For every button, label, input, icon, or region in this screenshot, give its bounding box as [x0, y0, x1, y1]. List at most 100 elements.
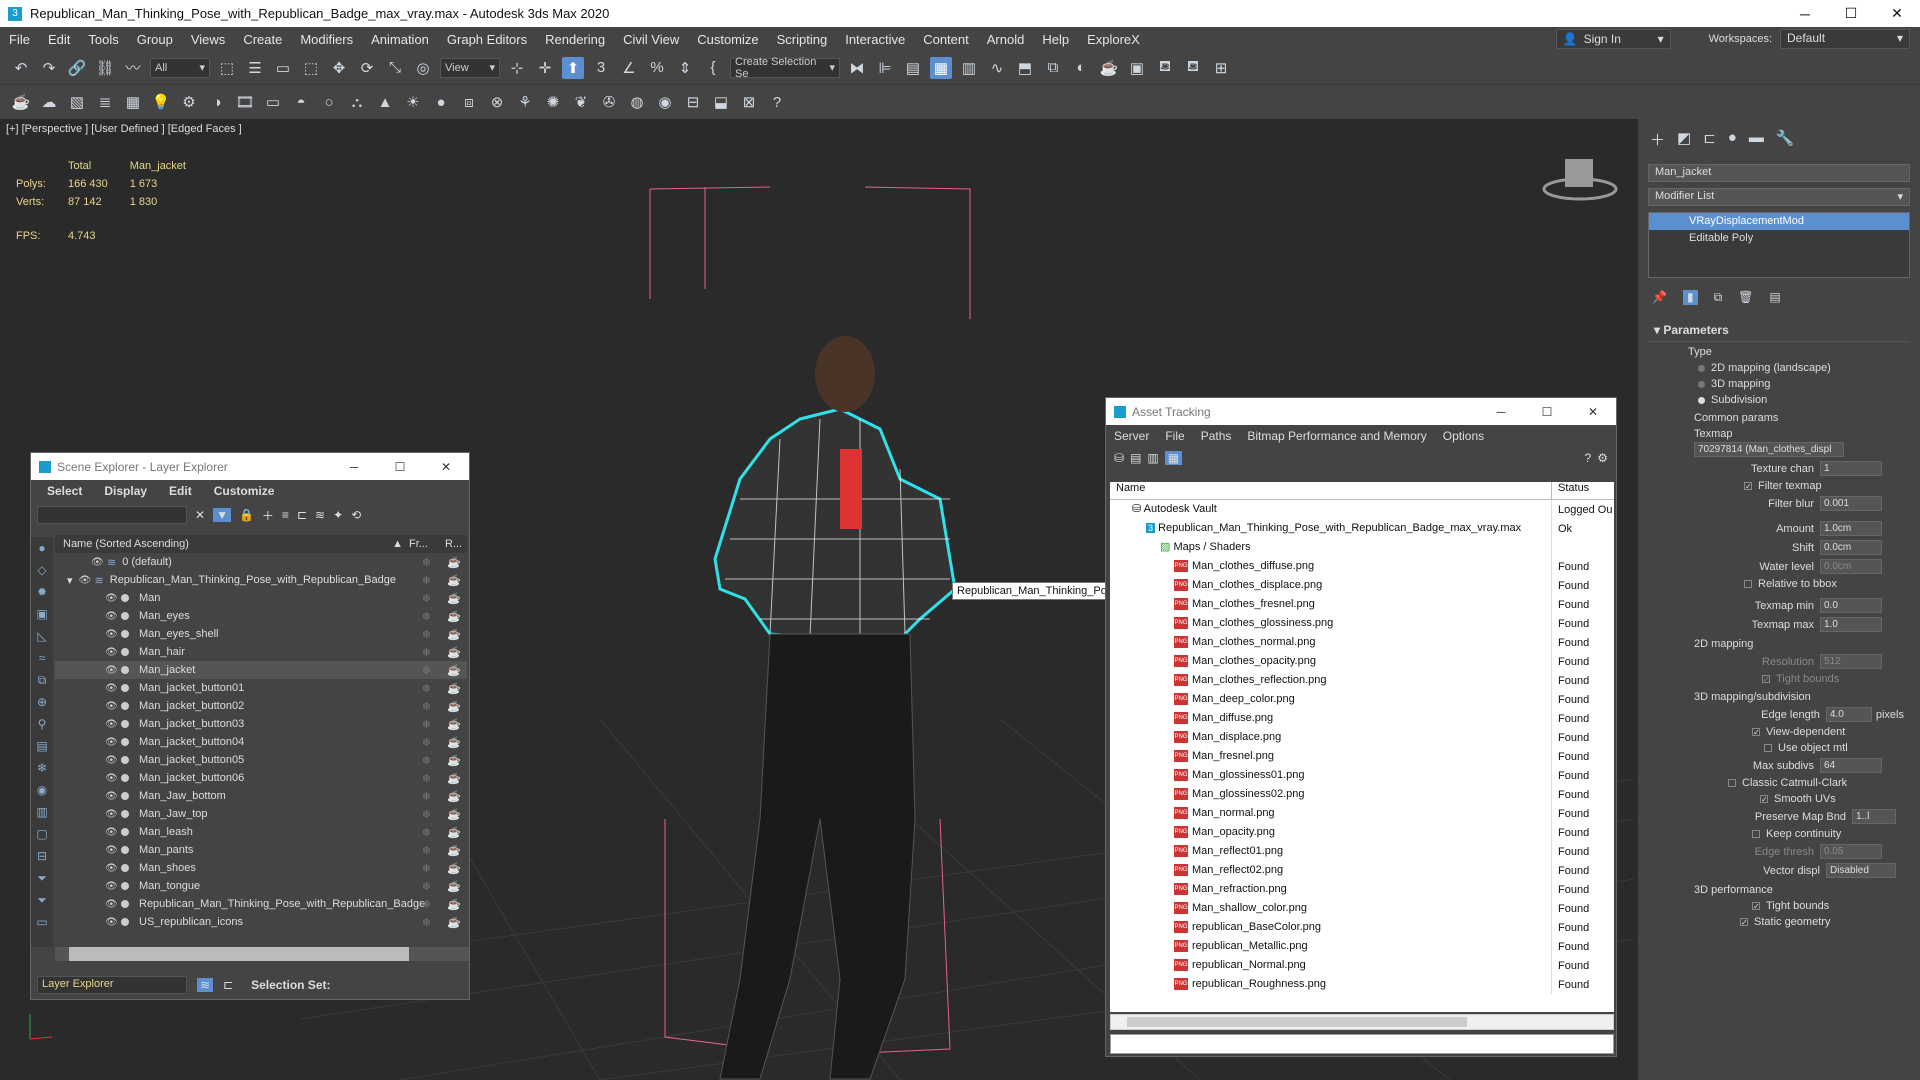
- scene-tree-row[interactable]: 👁 Republican_Man_Thinking_Pose_with_Repub…: [55, 895, 467, 913]
- resolution-spinner[interactable]: 512: [1820, 654, 1882, 669]
- visibility-icon[interactable]: 👁: [105, 665, 118, 676]
- scene-tree-row[interactable]: 👁 Man_pants ❄ ☕: [55, 841, 467, 859]
- visibility-icon[interactable]: 👁: [105, 755, 118, 766]
- frozen-filter-icon[interactable]: ❄: [31, 757, 53, 779]
- freeze-icon[interactable]: ❄: [422, 592, 431, 605]
- scene-tree-row[interactable]: 👁 Man_shoes ❄ ☕: [55, 859, 467, 877]
- frame-buffer-icon[interactable]: ⬓: [710, 91, 732, 113]
- explorer-type-dropdown[interactable]: Layer Explorer: [37, 976, 187, 994]
- col-frozen-header[interactable]: Fr...: [409, 538, 445, 550]
- se-menu-customize[interactable]: Customize: [214, 484, 275, 498]
- asset-row-map[interactable]: PNG Man_clothes_opacity.png Found: [1110, 652, 1614, 671]
- rect-selection-icon[interactable]: ▭: [272, 57, 294, 79]
- col-render-header[interactable]: R...: [445, 538, 467, 550]
- parameters-header[interactable]: ▾ Parameters: [1648, 321, 1910, 342]
- render-icon[interactable]: ☕: [447, 682, 461, 695]
- dope-sheet-icon[interactable]: ⬒: [1014, 57, 1036, 79]
- ref-coord-dropdown[interactable]: View ▾: [440, 57, 500, 78]
- mirror-icon[interactable]: ⧓: [846, 57, 868, 79]
- asset-row-map[interactable]: PNG Man_clothes_normal.png Found: [1110, 633, 1614, 652]
- asset-row-map[interactable]: PNG Man_refraction.png Found: [1110, 880, 1614, 899]
- spacewarps-filter-icon[interactable]: ≈: [31, 647, 53, 669]
- scene-tree-row[interactable]: 👁 Man_jacket_button03 ❄ ☕: [55, 715, 467, 733]
- viewport-label[interactable]: [+] [Perspective ] [User Defined ] [Edge…: [6, 123, 242, 135]
- tight-bounds-2d-checkbox[interactable]: ✓ Tight bounds: [1648, 671, 1910, 687]
- shapes-filter-icon[interactable]: ◇: [31, 559, 53, 581]
- layers-icon[interactable]: ≋: [315, 508, 325, 522]
- render-production-icon[interactable]: ⛾: [1154, 57, 1176, 79]
- render-icon[interactable]: ☕: [447, 862, 461, 875]
- render-icon[interactable]: ☕: [447, 574, 461, 587]
- freeze-icon[interactable]: ❄: [422, 556, 431, 569]
- curve-editor-icon[interactable]: ∿: [986, 57, 1008, 79]
- asset-row-map[interactable]: PNG Man_shallow_color.png Found: [1110, 899, 1614, 918]
- classic-catmull-checkbox[interactable]: Classic Catmull-Clark: [1648, 775, 1910, 791]
- asset-row-maps[interactable]: ▨ Maps / Shaders: [1110, 538, 1614, 557]
- show-end-result-icon[interactable]: ▮: [1682, 290, 1698, 305]
- menu-customize[interactable]: Customize: [688, 32, 767, 47]
- render-icon[interactable]: ☕: [447, 610, 461, 623]
- none-filter-icon[interactable]: ▢: [31, 823, 53, 845]
- select-by-name-icon[interactable]: ☰: [244, 57, 266, 79]
- jacket-mesh[interactable]: [713, 407, 957, 641]
- expand-icon[interactable]: ▾: [67, 574, 73, 587]
- menu-tools[interactable]: Tools: [79, 32, 127, 47]
- keep-continuity-checkbox[interactable]: Keep continuity: [1648, 826, 1910, 842]
- col-name-header[interactable]: Name (Sorted Ascending): [63, 538, 392, 550]
- render-icon[interactable]: ☕: [447, 826, 461, 839]
- help-icon[interactable]: ?: [766, 91, 788, 113]
- se-menu-select[interactable]: Select: [47, 484, 82, 498]
- align-icon[interactable]: ⊫: [874, 57, 896, 79]
- visibility-icon[interactable]: 👁: [105, 863, 118, 874]
- dome-icon[interactable]: ◓: [290, 91, 312, 113]
- sphere-render-icon[interactable]: ◑: [206, 91, 228, 113]
- list-icon[interactable]: ≣: [94, 91, 116, 113]
- visibility-icon[interactable]: 👁: [105, 899, 118, 910]
- pivot-icon[interactable]: ⊹: [506, 57, 528, 79]
- view-dependent-checkbox[interactable]: ✓ View-dependent: [1648, 724, 1910, 740]
- render-icon[interactable]: ☕: [447, 916, 461, 929]
- funnel-alt-icon[interactable]: ⏷: [31, 889, 53, 911]
- scene-tree-row[interactable]: 👁 Man_Jaw_top ❄ ☕: [55, 805, 467, 823]
- freeze-icon[interactable]: ❄: [422, 898, 431, 911]
- light-lister-icon[interactable]: 💡: [150, 91, 172, 113]
- schematic-view-icon[interactable]: ⧉: [1042, 57, 1064, 79]
- link-icon[interactable]: 🔗: [66, 57, 88, 79]
- menu-views[interactable]: Views: [182, 32, 234, 47]
- invert-filter-icon[interactable]: ⊟: [31, 845, 53, 867]
- shift-spinner[interactable]: 0.0cm: [1820, 540, 1882, 555]
- grid-icon[interactable]: ⊞: [1210, 57, 1232, 79]
- render-iterative-icon[interactable]: ⛾: [1182, 57, 1204, 79]
- plane-icon[interactable]: ▭: [262, 91, 284, 113]
- geometry-filter-icon[interactable]: ●: [31, 537, 53, 559]
- use-object-mtl-checkbox[interactable]: Use object mtl: [1648, 740, 1910, 756]
- scene-tree-row[interactable]: 👁 ≋ 0 (default) ❄ ☕: [55, 553, 467, 571]
- path-field[interactable]: [1110, 1034, 1614, 1054]
- render-icon[interactable]: ☕: [447, 736, 461, 749]
- at-menu-paths[interactable]: Paths: [1201, 429, 1232, 443]
- list-view-icon[interactable]: ▥: [1147, 451, 1158, 465]
- freeze-icon[interactable]: ❄: [422, 682, 431, 695]
- at-menu-file[interactable]: File: [1165, 429, 1184, 443]
- object-name-field[interactable]: Man_jacket: [1648, 164, 1910, 182]
- scene-tree-row[interactable]: 👁 Man_jacket_button06 ❄ ☕: [55, 769, 467, 787]
- ribbon-icon[interactable]: ▥: [958, 57, 980, 79]
- menu-explorex[interactable]: ExploreX: [1078, 32, 1149, 47]
- at-menu-options[interactable]: Options: [1443, 429, 1484, 443]
- modifier-list-dropdown[interactable]: Modifier List ▾: [1648, 188, 1910, 206]
- freeze-icon[interactable]: ❄: [422, 772, 431, 785]
- scene-tree-row[interactable]: 👁 Man_jacket_button04 ❄ ☕: [55, 733, 467, 751]
- scene-tree-row[interactable]: 👁 Man_jacket_button01 ❄ ☕: [55, 679, 467, 697]
- texmap-max-spinner[interactable]: 1.0: [1820, 617, 1882, 632]
- find-input[interactable]: [37, 506, 187, 524]
- minimize-icon[interactable]: ─: [331, 460, 377, 474]
- all-filter-icon[interactable]: ▥: [31, 801, 53, 823]
- freeze-icon[interactable]: ❄: [422, 736, 431, 749]
- workspace-dropdown[interactable]: Default ▾: [1780, 29, 1910, 49]
- grid-plane-icon[interactable]: ⧈: [458, 91, 480, 113]
- render-icon[interactable]: ☕: [447, 700, 461, 713]
- visibility-icon[interactable]: 👁: [105, 701, 118, 712]
- menu-civil-view[interactable]: Civil View: [614, 32, 688, 47]
- menu-scripting[interactable]: Scripting: [768, 32, 837, 47]
- scene-tree-row[interactable]: 👁 US_republican_icons ❄ ☕: [55, 913, 467, 931]
